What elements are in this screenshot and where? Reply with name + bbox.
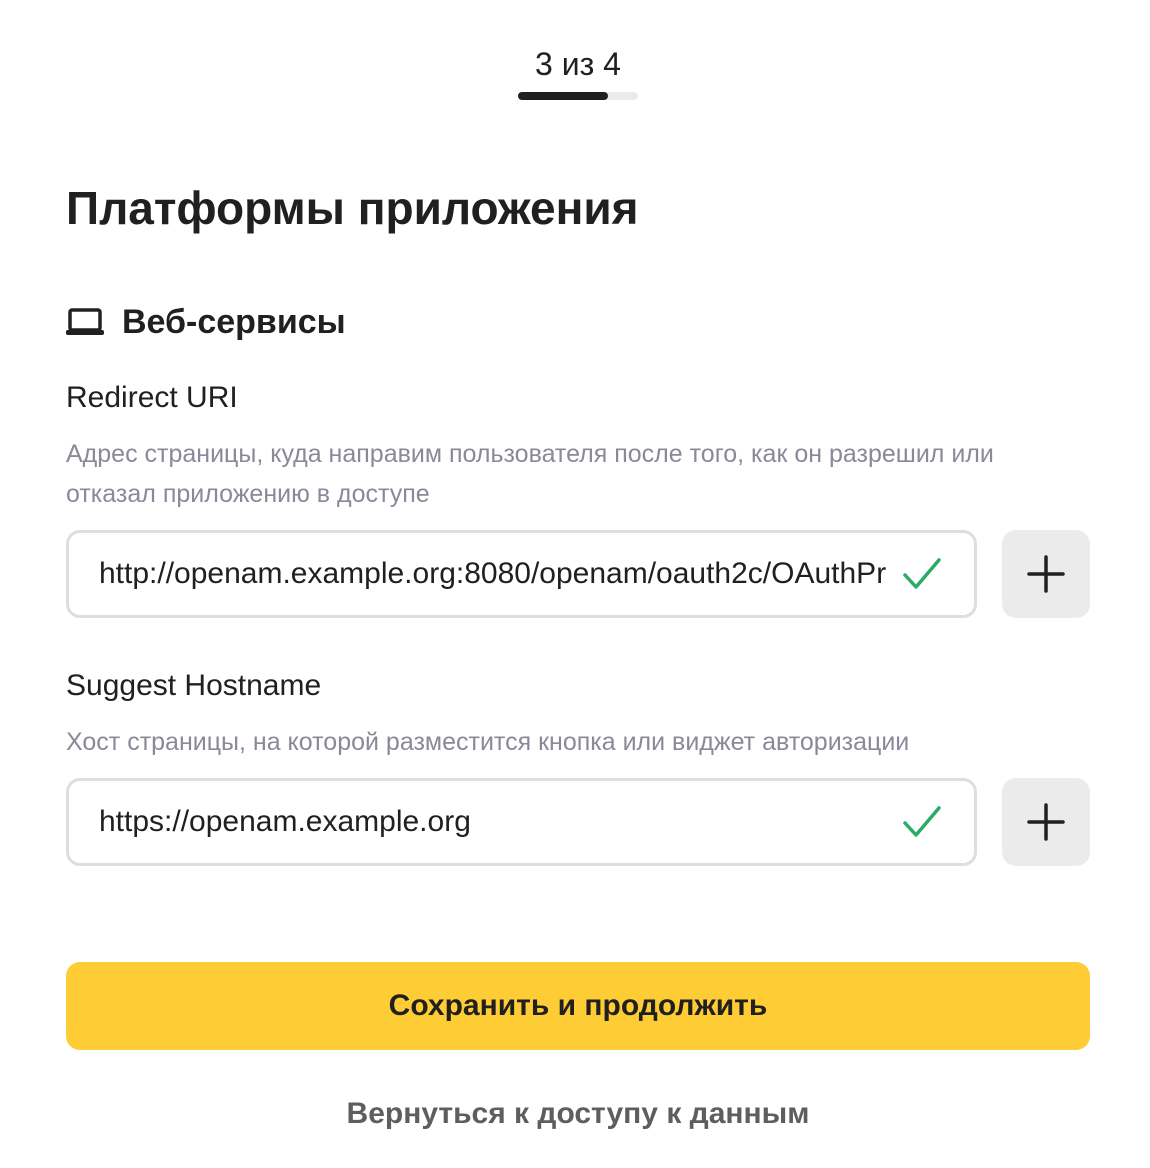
back-to-data-access-link[interactable]: Вернуться к доступу к данным xyxy=(0,1092,1150,1136)
suggest-hostname-label: Suggest Hostname xyxy=(66,669,322,702)
check-icon xyxy=(900,554,944,594)
section-header-web-services: Веб-сервисы xyxy=(66,298,346,346)
page-title: Платформы приложения xyxy=(66,182,639,234)
plus-icon xyxy=(1027,555,1065,593)
redirect-uri-hint: Адрес страницы, куда направим пользовате… xyxy=(66,440,994,508)
check-icon xyxy=(900,802,944,842)
redirect-uri-input[interactable]: http://openam.example.org:8080/openam/oa… xyxy=(66,530,977,618)
step-progress-fill xyxy=(518,92,608,100)
save-and-continue-button[interactable]: Сохранить и продолжить xyxy=(66,962,1090,1050)
suggest-hostname-value[interactable]: https://openam.example.org xyxy=(99,802,886,842)
suggest-hostname-hint: Хост страницы, на которой разместится кн… xyxy=(66,728,910,756)
laptop-icon xyxy=(66,307,104,337)
suggest-hostname-input[interactable]: https://openam.example.org xyxy=(66,778,977,866)
step-progress-bar xyxy=(518,92,638,100)
redirect-uri-value[interactable]: http://openam.example.org:8080/openam/oa… xyxy=(99,554,886,594)
plus-icon xyxy=(1027,803,1065,841)
add-suggest-hostname-button[interactable] xyxy=(1002,778,1090,866)
step-counter: 3 из 4 xyxy=(535,46,621,82)
redirect-uri-label: Redirect URI xyxy=(66,381,238,414)
add-redirect-uri-button[interactable] xyxy=(1002,530,1090,618)
section-title: Веб-сервисы xyxy=(122,303,346,341)
